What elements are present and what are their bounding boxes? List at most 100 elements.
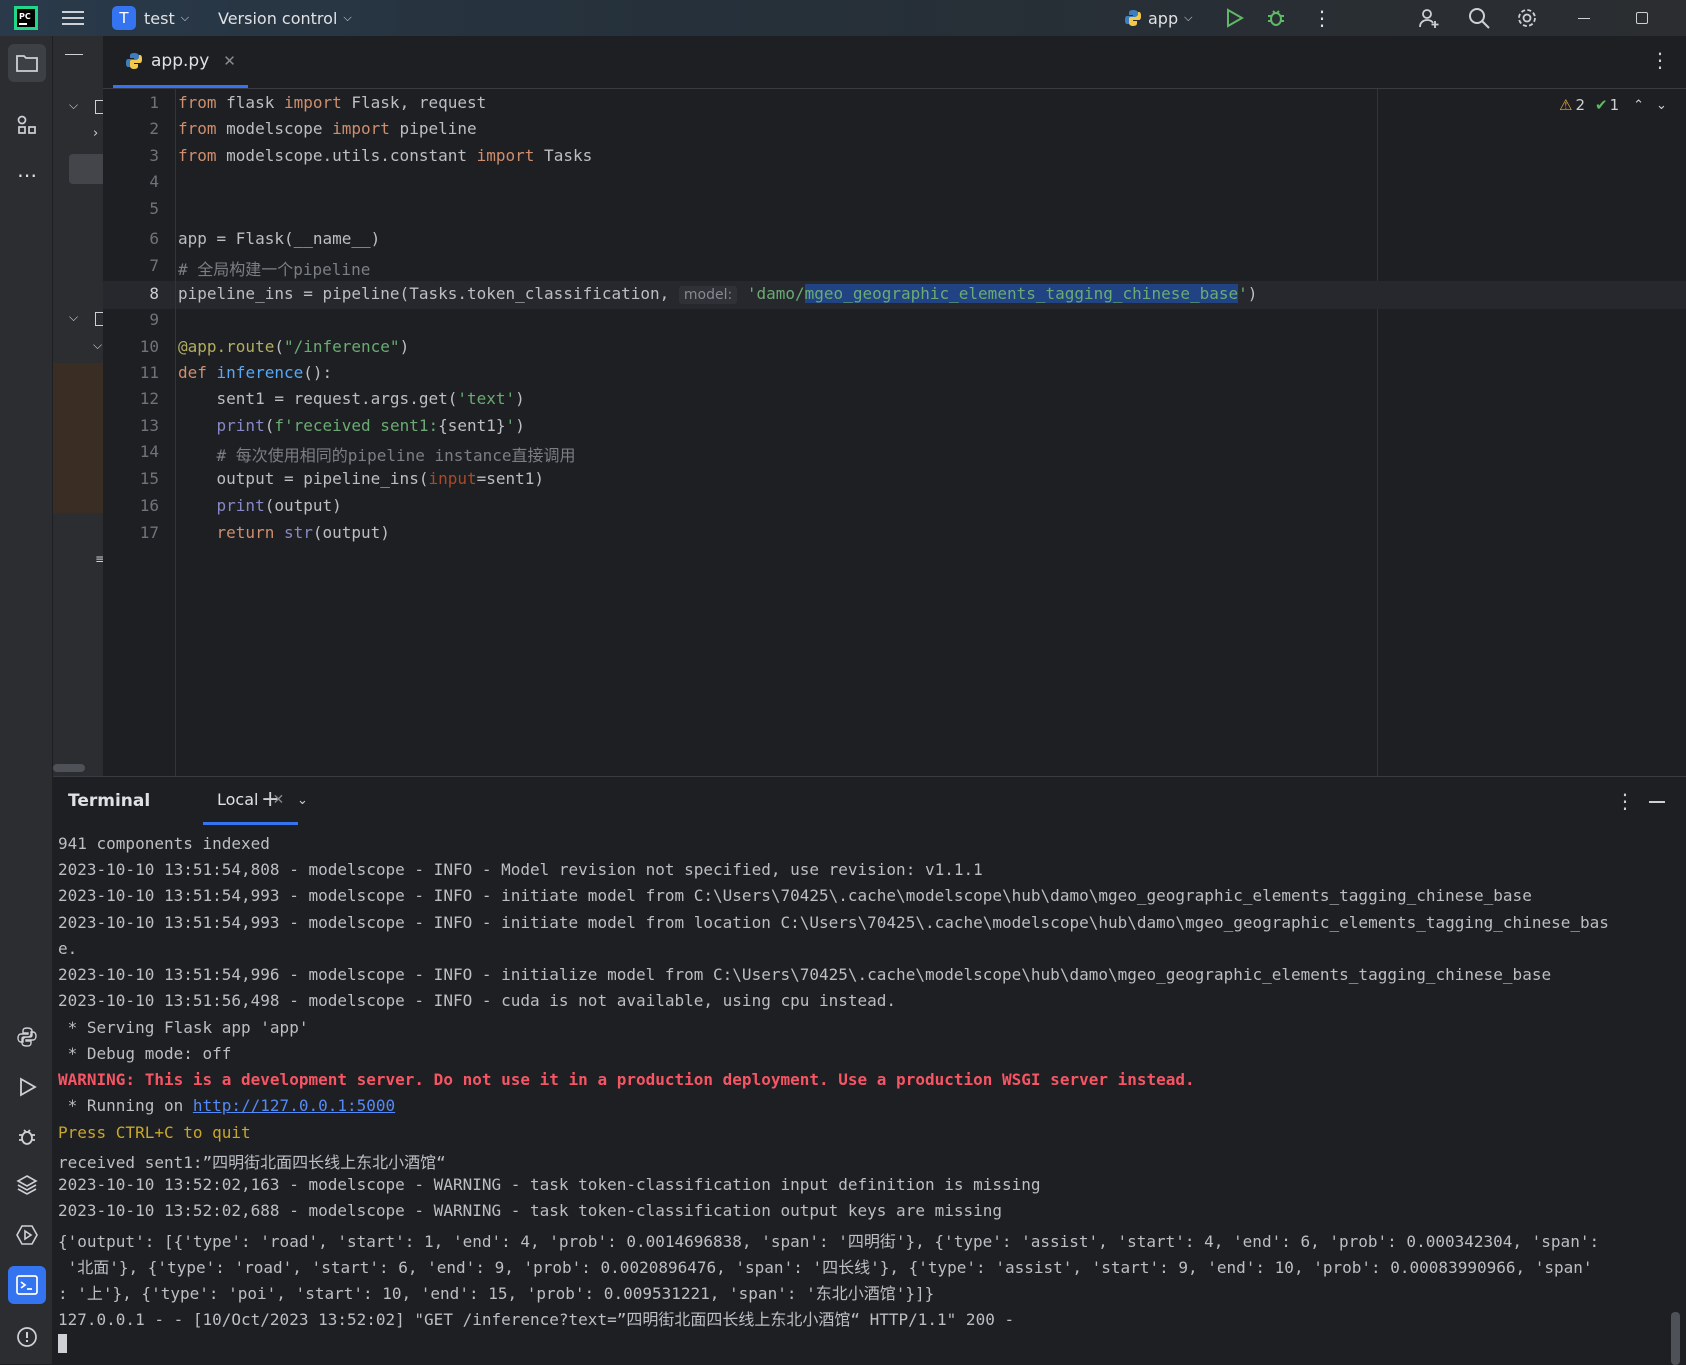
main-menu-button[interactable] xyxy=(62,0,84,36)
ok-count: 1 xyxy=(1609,96,1620,114)
maximize-button[interactable] xyxy=(1636,0,1648,36)
debug-button[interactable] xyxy=(1266,0,1286,36)
line-number: 5 xyxy=(149,199,159,218)
search-icon xyxy=(1468,7,1490,29)
more-tools-button[interactable]: ⋯ xyxy=(8,156,46,194)
line-number: 11 xyxy=(139,363,159,382)
line-number: 13 xyxy=(139,416,159,435)
terminal-warning-line: WARNING: This is a development server. D… xyxy=(58,1070,1195,1089)
add-user-icon xyxy=(1418,7,1440,29)
terminal-line: {'output': [{'type': 'road', 'start': 1,… xyxy=(58,1232,1600,1251)
python-file-icon xyxy=(125,52,143,70)
parameter-hint: model: xyxy=(678,286,738,304)
hide-panel-icon[interactable] xyxy=(65,54,83,55)
run-icon xyxy=(1224,8,1244,28)
terminal-panel: Terminal Local ✕ + ⌄ ⋮ 941 components in… xyxy=(53,776,1686,1365)
code-line-1: from flask import Flask, request xyxy=(178,93,487,112)
code-line-6: app = Flask(__name__) xyxy=(178,229,381,248)
line-number: 14 xyxy=(139,442,159,461)
run-config-selector[interactable]: app ⌵ xyxy=(1124,0,1192,36)
python-icon xyxy=(1124,9,1142,27)
terminal-tab-label: Local xyxy=(217,790,259,809)
left-toolbar: ⋯ xyxy=(0,36,53,1364)
chevron-right-icon[interactable]: › xyxy=(93,126,98,141)
chevron-down-icon[interactable]: ⌄ xyxy=(1656,98,1667,113)
structure-tool-button[interactable] xyxy=(8,106,46,144)
terminal-line: 127.0.0.1 - - [10/Oct/2023 13:52:02] "GE… xyxy=(58,1310,1015,1329)
tab-app-py[interactable]: app.py ✕ xyxy=(113,36,248,88)
services-icon xyxy=(16,1224,38,1246)
chevron-up-icon[interactable]: ⌃ xyxy=(1633,98,1644,113)
line-number: 3 xyxy=(149,146,159,165)
line-number: 17 xyxy=(139,523,159,542)
terminal-line: received sent1:”四明街北面四长线上东北小酒馆“ xyxy=(58,1153,446,1172)
tab-label: app.py xyxy=(151,50,210,71)
run-button[interactable] xyxy=(1224,0,1244,36)
minimize-icon xyxy=(1578,17,1590,19)
warning-icon: ⚠ xyxy=(1559,96,1573,114)
terminal-line: 2023-10-10 13:51:54,993 - modelscope - I… xyxy=(58,913,1609,932)
terminal-line: 2023-10-10 13:51:54,996 - modelscope - I… xyxy=(58,965,1552,984)
code-line-15: output = pipeline_ins(input=sent1) xyxy=(178,469,545,488)
more-vertical-icon[interactable]: ⋮ xyxy=(1650,48,1670,72)
chevron-down-icon[interactable]: ⌵ xyxy=(69,310,78,325)
code-line-16: print(output) xyxy=(216,496,342,515)
chevron-down-icon: ⌵ xyxy=(180,11,190,24)
problems-tool-button[interactable] xyxy=(8,1318,46,1356)
run-icon xyxy=(17,1077,37,1097)
terminal-scrollbar[interactable] xyxy=(1671,1312,1680,1365)
editor-tab-bar: app.py ✕ ⋮ xyxy=(103,36,1686,89)
chevron-down-icon: ⌵ xyxy=(1184,11,1193,24)
search-button[interactable] xyxy=(1468,0,1490,36)
terminal-line: 2023-10-10 13:52:02,163 - modelscope - W… xyxy=(58,1175,1041,1194)
tab-options-button[interactable]: ⌄ xyxy=(297,793,308,808)
chevron-down-icon[interactable]: ⌵ xyxy=(69,98,78,113)
pycharm-logo: PC xyxy=(14,0,38,36)
python-packages-button[interactable] xyxy=(8,1166,46,1204)
terminal-icon xyxy=(16,1275,38,1295)
terminal-running-line: * Running on http://127.0.0.1:5000 xyxy=(58,1096,396,1115)
terminal-tool-button[interactable] xyxy=(8,1266,46,1304)
more-horizontal-icon: ⋯ xyxy=(17,163,37,187)
code-line-10: @app.route("/inference") xyxy=(178,337,410,356)
horizontal-scrollbar[interactable] xyxy=(53,764,85,772)
vcs-label: Version control xyxy=(218,8,338,28)
python-console-button[interactable] xyxy=(8,1018,46,1056)
minimize-button[interactable] xyxy=(1578,0,1590,36)
tab-local[interactable]: Local ✕ xyxy=(203,777,299,825)
terminal-line: 941 components indexed xyxy=(58,834,270,853)
selected-tree-item[interactable] xyxy=(69,154,103,184)
selected-text: mgeo_geographic_elements_tagging_chinese… xyxy=(804,284,1239,303)
server-url-link[interactable]: http://127.0.0.1:5000 xyxy=(193,1096,395,1115)
code-line-13: print(f'received sent1:{sent1}') xyxy=(216,416,525,435)
close-tab-icon[interactable]: ✕ xyxy=(223,52,236,70)
vcs-menu[interactable]: Version control ⌵ xyxy=(218,0,352,36)
project-selector[interactable]: T test ⌵ xyxy=(112,0,189,36)
right-margin-guide xyxy=(1377,89,1378,779)
line-number: 4 xyxy=(149,172,159,191)
chevron-down-icon[interactable]: ⌵ xyxy=(93,338,102,353)
run-tool-button[interactable] xyxy=(8,1068,46,1106)
problems-icon xyxy=(16,1326,38,1348)
debug-tool-button[interactable] xyxy=(8,1118,46,1156)
project-tool-button[interactable] xyxy=(8,44,46,82)
line-number: 9 xyxy=(149,310,159,329)
settings-button[interactable] xyxy=(1516,0,1538,36)
project-panel: ⌵ › ⌵ ⌵ ≡ xyxy=(53,36,105,776)
terminal-line: 2023-10-10 13:51:54,993 - modelscope - I… xyxy=(58,886,1532,905)
folder-icon xyxy=(16,54,38,72)
more-actions-button[interactable]: ⋮ xyxy=(1312,0,1332,36)
terminal-line: : '上'}, {'type': 'poi', 'start': 10, 'en… xyxy=(58,1284,935,1303)
hide-terminal-icon[interactable] xyxy=(1649,801,1665,803)
terminal-cursor xyxy=(58,1334,67,1353)
code-with-me-button[interactable] xyxy=(1418,0,1440,36)
code-editor[interactable]: app.py ✕ ⋮ ⚠ 2 ✔ 1 ⌃ ⌄ 1 2 3 4 5 6 7 8 9 10 11 12 13… xyxy=(103,36,1686,779)
more-vertical-icon: ⋮ xyxy=(1615,789,1635,813)
inspection-widget[interactable]: ⚠ 2 ✔ 1 ⌃ ⌄ xyxy=(1559,96,1667,114)
code-line-17: return str(output) xyxy=(216,523,390,542)
new-tab-button[interactable]: + xyxy=(261,787,279,812)
terminal-options-button[interactable]: ⋮ xyxy=(1615,789,1635,813)
line-number: 1 xyxy=(149,93,159,112)
more-vertical-icon: ⋮ xyxy=(1312,6,1332,30)
services-button[interactable] xyxy=(8,1216,46,1254)
